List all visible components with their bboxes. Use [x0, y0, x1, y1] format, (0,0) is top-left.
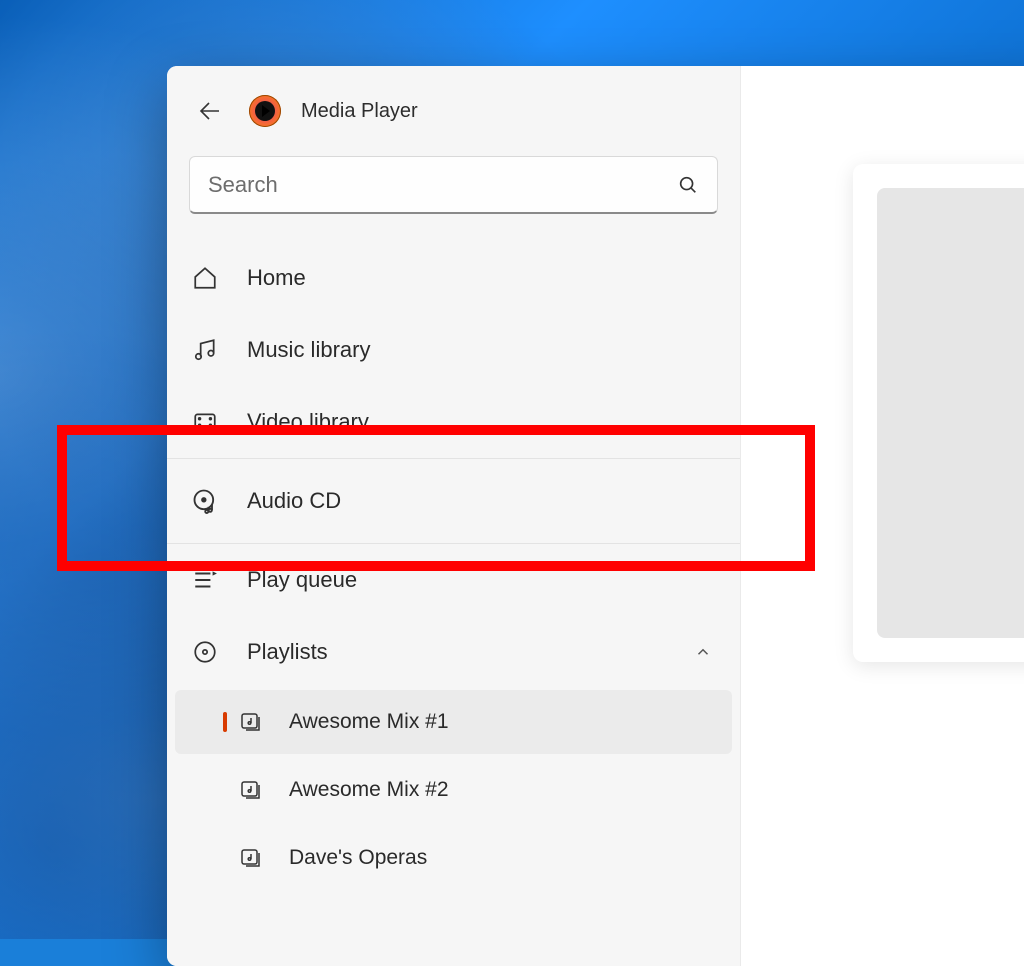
nav-playlists[interactable]: Playlists	[167, 616, 740, 688]
playlist-label: Awesome Mix #1	[289, 710, 449, 734]
playlist-icon	[237, 778, 265, 802]
nav-label: Playlists	[247, 639, 328, 665]
sidebar: Media Player Home	[167, 66, 741, 966]
nav-list: Home Music library Video library	[167, 242, 740, 892]
music-icon	[189, 337, 221, 363]
playlist-icon	[237, 846, 265, 870]
queue-icon	[189, 567, 221, 593]
app-icon	[249, 95, 281, 127]
app-title: Media Player	[301, 100, 418, 123]
back-button[interactable]	[189, 91, 229, 131]
nav-audio-cd[interactable]: Audio CD	[167, 458, 740, 544]
nav-label: Music library	[247, 337, 370, 363]
playlist-item[interactable]: Dave's Operas	[175, 826, 732, 890]
nav-label: Play queue	[247, 567, 357, 593]
back-arrow-icon	[197, 99, 221, 123]
playlist-label: Awesome Mix #2	[289, 778, 449, 802]
nav-home[interactable]: Home	[167, 242, 740, 314]
title-bar: Media Player	[167, 88, 740, 134]
media-player-window: Media Player Home	[167, 66, 1024, 966]
search-box[interactable]	[189, 156, 718, 214]
nav-label: Video library	[247, 409, 369, 435]
nav-music-library[interactable]: Music library	[167, 314, 740, 386]
playlist-item[interactable]: Awesome Mix #1	[175, 690, 732, 754]
playlist-item[interactable]: Awesome Mix #2	[175, 758, 732, 822]
nav-play-queue[interactable]: Play queue	[167, 544, 740, 616]
playlist-label: Dave's Operas	[289, 846, 427, 870]
chevron-up-icon	[694, 643, 712, 661]
search-icon	[677, 174, 699, 196]
home-icon	[189, 265, 221, 291]
search-input[interactable]	[208, 172, 665, 198]
nav-label: Home	[247, 265, 306, 291]
main-content	[741, 66, 1024, 966]
content-card	[853, 164, 1024, 662]
playlists-icon	[189, 639, 221, 665]
nav-label: Audio CD	[247, 488, 341, 514]
nav-video-library[interactable]: Video library	[167, 386, 740, 458]
playlist-icon	[237, 710, 265, 734]
disc-icon	[189, 487, 221, 515]
video-icon	[189, 409, 221, 435]
search-container	[167, 156, 740, 214]
album-art-placeholder	[877, 188, 1024, 638]
